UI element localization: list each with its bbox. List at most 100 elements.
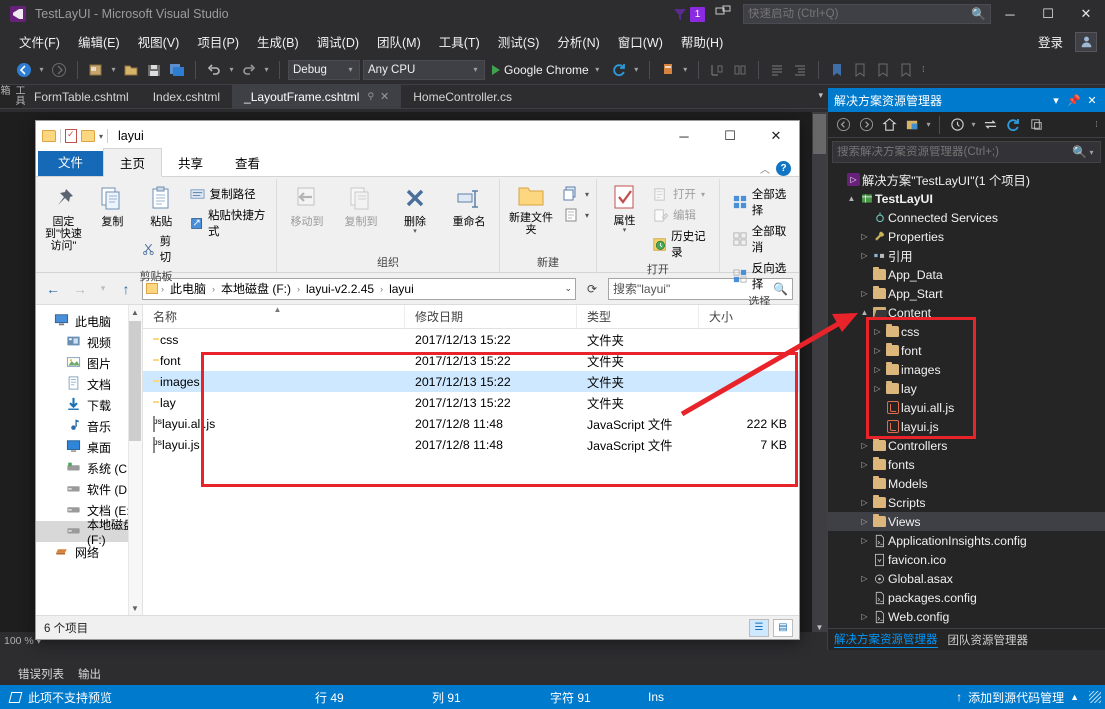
new-project-icon[interactable] <box>86 60 106 80</box>
pin-to-quick-access-button[interactable]: 固定到"快速访问" <box>40 182 87 254</box>
expander-icon[interactable]: ▷ <box>871 384 884 393</box>
nav-item-5[interactable]: 音乐 <box>36 416 142 437</box>
move-to-button[interactable]: 移动到 <box>281 182 333 230</box>
solution-configuration-select[interactable]: Debug ▾ <box>288 59 360 80</box>
explorer-navigation-pane[interactable]: 此电脑 视频 图片 文档 下载 音乐 桌面 系统 (C:) 软件 (D:) 文档 (E:) 本地磁盘… <box>36 305 143 615</box>
menu-item-6[interactable]: 团队(M) <box>368 29 430 54</box>
menu-item-5[interactable]: 调试(D) <box>308 29 368 54</box>
solution-explorer-tab-1[interactable]: 团队资源管理器 <box>948 632 1029 648</box>
expander-icon[interactable]: ▲ <box>858 308 871 317</box>
new-item-button[interactable]: ▾ <box>560 185 592 203</box>
open-caret[interactable]: ▾ <box>701 190 705 199</box>
save-all-icon[interactable] <box>167 60 187 80</box>
solution-explorer-search-box[interactable]: 🔍 ▾ <box>832 141 1101 163</box>
column-header-1[interactable]: 修改日期 <box>405 305 577 329</box>
close-icon[interactable]: ✕ <box>380 90 389 103</box>
home-icon[interactable] <box>878 115 900 135</box>
properties-icon[interactable] <box>65 129 77 143</box>
file-row[interactable]: lay 2017/12/13 15:22 文件夹 <box>143 392 799 413</box>
refresh-icon[interactable] <box>1002 115 1024 135</box>
expander-icon[interactable]: ▷ <box>858 251 871 260</box>
edit-button[interactable]: 编辑 <box>650 206 715 224</box>
select-all-button[interactable]: 全部选择 <box>730 185 795 219</box>
menu-item-9[interactable]: 分析(N) <box>548 29 608 54</box>
solution-tree-node[interactable]: ▷ 引用 <box>828 246 1105 265</box>
chevron-down-icon[interactable]: ▾ <box>99 132 103 141</box>
save-icon[interactable] <box>144 60 164 80</box>
solution-tree-node[interactable]: favicon.ico <box>828 550 1105 569</box>
nav-scroll-thumb[interactable] <box>129 321 141 441</box>
chevron-down-icon[interactable]: ▾ <box>1047 94 1065 107</box>
solution-tree-node[interactable]: ▷ font <box>828 341 1105 360</box>
navigation-list[interactable]: 此电脑 视频 图片 文档 下载 音乐 桌面 系统 (C:) 软件 (D:) 文档 (E:) 本地磁盘… <box>36 311 142 563</box>
nav-item-10[interactable]: 本地磁盘 (F:) <box>36 518 142 547</box>
resize-grip[interactable] <box>1089 691 1101 703</box>
chevron-up-icon[interactable]: ︿ <box>760 161 770 176</box>
nav-item-2[interactable]: 图片 <box>36 353 142 374</box>
browser-link-icon[interactable] <box>658 60 678 80</box>
menu-item-3[interactable]: 项目(P) <box>188 29 248 54</box>
nav-scroll-up-arrow[interactable]: ▲ <box>129 305 141 319</box>
sync-with-active-document-icon[interactable] <box>979 115 1001 135</box>
expander-icon[interactable]: ▷ <box>858 612 871 621</box>
new-project-caret[interactable]: ▾ <box>109 65 118 74</box>
quick-launch-input[interactable] <box>748 8 972 20</box>
document-tab-2[interactable]: _LayoutFrame.cshtml ⚲ ✕ <box>232 85 402 108</box>
account-icon[interactable] <box>1075 31 1097 52</box>
toolbox-side-tab[interactable]: 工具箱 <box>0 85 24 108</box>
menu-item-0[interactable]: 文件(F) <box>10 29 69 54</box>
column-header-0[interactable]: 名称 ▲ <box>143 305 405 329</box>
details-view-icon[interactable]: ☰ <box>749 618 769 637</box>
forward-icon[interactable] <box>855 115 877 135</box>
solution-tree-node[interactable]: ▲ Content <box>828 303 1105 322</box>
expander-icon[interactable]: ▷ <box>871 365 884 374</box>
bottom-tool-tab-1[interactable]: 输出 <box>78 666 101 682</box>
document-tab-0[interactable]: FormTable.cshtml <box>22 85 141 108</box>
new-folder-icon[interactable] <box>81 130 95 142</box>
vs-close-button[interactable]: ✕ <box>1067 0 1105 28</box>
collapse-all-icon[interactable] <box>1025 115 1047 135</box>
start-debugging-button[interactable]: Google Chrome ▾ <box>488 63 606 77</box>
solution-explorer-tree[interactable]: ▷ 解决方案"TestLayUI"(1 个项目) ▲ TestLayUI Connect… <box>828 166 1105 628</box>
explorer-file-list[interactable]: 名称 ▲ 修改日期 类型 大小 css 2017/12/13 15:22 文件夹 font 20… <box>143 305 799 615</box>
help-icon[interactable]: ? <box>776 161 791 176</box>
column-header-3[interactable]: 大小 <box>699 305 799 329</box>
solution-tree-node[interactable]: Models <box>828 474 1105 493</box>
solution-tree-node[interactable]: ▷ fonts <box>828 455 1105 474</box>
expander-icon[interactable]: ▲ <box>845 194 858 203</box>
menu-item-10[interactable]: 窗口(W) <box>609 29 672 54</box>
feedback-filter-icon[interactable] <box>672 6 688 22</box>
file-name-cell[interactable]: font <box>143 354 405 368</box>
show-all-files-icon[interactable] <box>946 115 968 135</box>
properties-button[interactable]: 属性 ▾ <box>601 182 648 235</box>
refresh-icon[interactable]: ⟳ <box>581 278 603 300</box>
file-name-cell[interactable]: css <box>143 333 405 347</box>
expander-icon[interactable]: ▷ <box>858 289 871 298</box>
nav-item-1[interactable]: 视频 <box>36 332 142 353</box>
history-button[interactable]: 历史记录 <box>650 227 715 261</box>
cut-button[interactable]: 剪切 <box>139 232 184 266</box>
file-name-cell[interactable]: layui.js <box>143 436 405 453</box>
solution-tree-node[interactable]: packages.config <box>828 588 1105 607</box>
solution-explorer-search-input[interactable] <box>837 146 1073 158</box>
invert-selection-button[interactable]: 反向选择 <box>730 259 795 293</box>
document-tab-1[interactable]: Index.cshtml <box>141 85 232 108</box>
open-file-icon[interactable] <box>121 60 141 80</box>
folder-icon[interactable] <box>42 130 56 142</box>
solution-tree-node[interactable]: ▷ Scripts <box>828 493 1105 512</box>
expander-icon[interactable]: ▷ <box>871 327 884 336</box>
new-item-caret[interactable]: ▾ <box>585 190 589 199</box>
navigate-back-icon[interactable] <box>14 60 34 80</box>
ribbon-tab-1[interactable]: 主页 <box>103 148 163 177</box>
toolbar-overflow-caret[interactable]: ⁞ <box>1092 120 1101 129</box>
select-none-button[interactable]: 全部取消 <box>730 222 795 256</box>
file-name-cell[interactable]: images <box>143 375 405 389</box>
expander-icon[interactable]: ▷ <box>858 498 871 507</box>
explorer-close-button[interactable]: ✕ <box>753 121 799 151</box>
easy-access-caret[interactable]: ▾ <box>585 211 589 220</box>
solution-tree-node[interactable]: ▷ css <box>828 322 1105 341</box>
back-dropdown-caret[interactable]: ▾ <box>37 65 46 74</box>
new-folder-button[interactable]: 新建文件夹 <box>504 182 558 238</box>
solution-tree-node[interactable]: ▷ Global.asax <box>828 569 1105 588</box>
open-button[interactable]: 打开 ▾ <box>650 185 715 203</box>
